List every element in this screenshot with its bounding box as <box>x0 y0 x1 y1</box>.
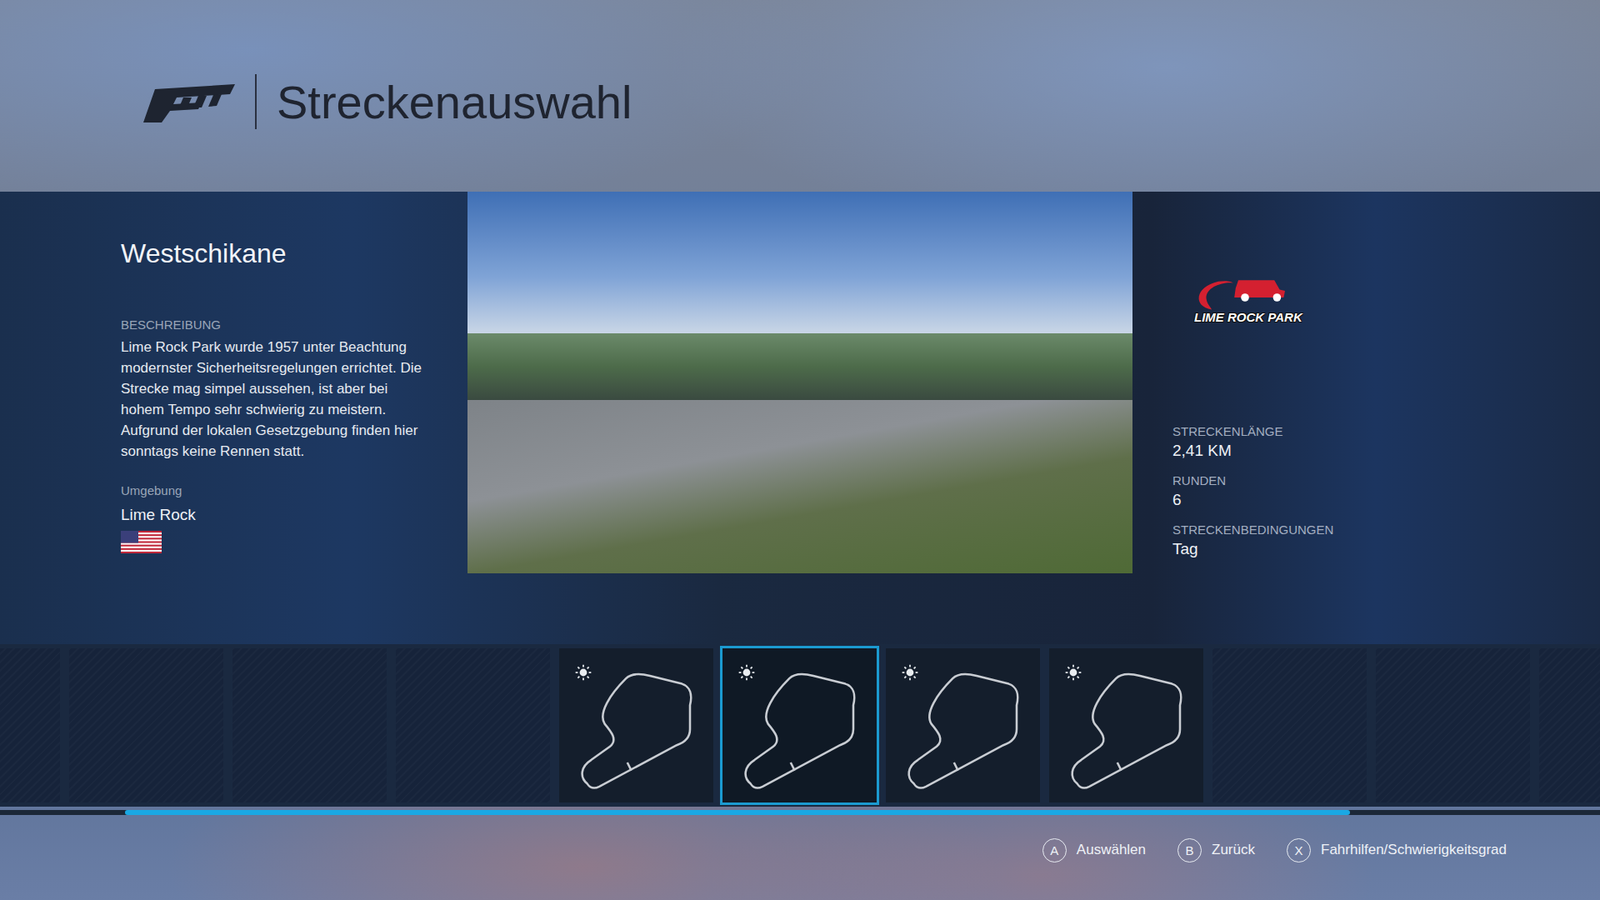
track-map-icon <box>896 662 1030 796</box>
button-hint[interactable]: A Auswählen <box>1042 838 1146 863</box>
empty-card <box>1539 648 1600 803</box>
track-photo <box>467 191 1133 574</box>
stat-value: Tag <box>1172 540 1584 559</box>
forza-logo-icon <box>143 80 235 123</box>
layout-card[interactable] <box>885 648 1040 803</box>
track-map-icon <box>1060 662 1194 796</box>
sun-icon <box>900 663 920 682</box>
hint-label: Fahrhilfen/Schwierigkeitsgrad <box>1320 841 1507 859</box>
empty-card <box>69 648 224 803</box>
logo-text: LIME ROCK PARK <box>1194 310 1303 325</box>
stat-list: STRECKENLÄNGE 2,41 KM RUNDEN 6 STRECKENBED… <box>1172 424 1584 559</box>
stat-value: 6 <box>1172 490 1584 510</box>
sun-icon <box>574 663 593 682</box>
screen-title: Streckenauswahl <box>276 75 632 130</box>
button-hint[interactable]: B Zurück <box>1177 838 1255 863</box>
empty-card <box>232 648 387 803</box>
scrollbar[interactable] <box>0 810 1600 815</box>
button-hints: A Auswählen B Zurück X Fahrhilfen/Schwieri… <box>0 815 1600 900</box>
layout-card[interactable] <box>1049 648 1204 803</box>
track-map-icon <box>733 662 867 796</box>
layout-strip <box>0 644 1600 807</box>
header-divider <box>255 74 257 130</box>
empty-card <box>395 648 550 803</box>
header: Streckenauswahl <box>0 0 1600 192</box>
track-info-panel: Westschikane BESCHREIBUNG Lime Rock Park… <box>0 191 468 645</box>
lime-rock-park-logo: LIME ROCK PARK <box>1179 277 1313 326</box>
sun-icon <box>737 663 756 682</box>
button-hint[interactable]: X Fahrhilfen/Schwierigkeitsgrad <box>1286 838 1507 863</box>
hint-label: Auswählen <box>1076 841 1146 859</box>
layout-card[interactable] <box>722 648 877 803</box>
empty-card <box>1212 648 1367 803</box>
environment-name: Lime Rock <box>120 505 435 525</box>
track-name: Westschikane <box>120 238 435 270</box>
stat-label: RUNDEN <box>1172 473 1584 488</box>
stat-item: STRECKENBEDINGUNGEN Tag <box>1172 522 1584 559</box>
track-details: Westschikane BESCHREIBUNG Lime Rock Park… <box>0 191 1600 645</box>
scrollbar-thumb[interactable] <box>125 810 1351 815</box>
stat-value: 2,41 KM <box>1172 441 1584 460</box>
hint-label: Zurück <box>1211 841 1255 859</box>
track-selection-screen: Streckenauswahl Westschikane BESCHREIBUN… <box>0 0 1600 900</box>
track-map-icon <box>570 662 704 796</box>
empty-card <box>0 648 60 803</box>
controller-button-icon: A <box>1042 838 1067 863</box>
environment-label: Umgebung <box>120 483 435 498</box>
controller-button-icon: X <box>1286 838 1311 863</box>
stat-label: STRECKENBEDINGUNGEN <box>1172 522 1584 537</box>
stat-label: STRECKENLÄNGE <box>1172 424 1584 439</box>
track-stats-panel: LIME ROCK PARK STRECKENLÄNGE 2,41 KM RUND… <box>1132 191 1600 645</box>
stat-item: RUNDEN 6 <box>1172 473 1584 510</box>
description-label: BESCHREIBUNG <box>120 317 435 332</box>
sun-icon <box>1064 663 1083 682</box>
controller-button-icon: B <box>1177 838 1202 863</box>
track-description: Lime Rock Park wurde 1957 unter Beachtun… <box>120 336 435 462</box>
stat-item: STRECKENLÄNGE 2,41 KM <box>1172 424 1584 460</box>
layout-card[interactable] <box>559 648 714 803</box>
us-flag-icon <box>120 530 162 554</box>
empty-card <box>1375 648 1530 803</box>
